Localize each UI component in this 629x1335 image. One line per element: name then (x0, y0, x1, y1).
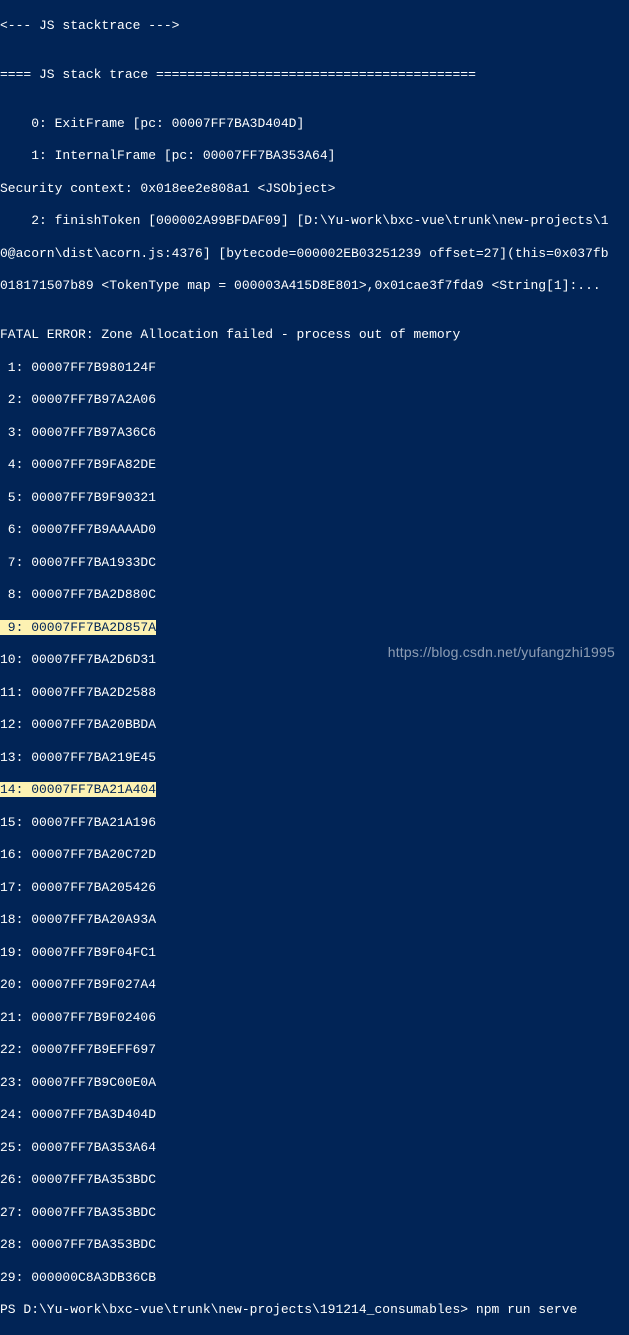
stack-entry: 25: 00007FF7BA353A64 (0, 1140, 629, 1156)
stack-entry: 18: 00007FF7BA20A93A (0, 912, 629, 928)
stack-entry: 15: 00007FF7BA21A196 (0, 815, 629, 831)
stack-entry: 13: 00007FF7BA219E45 (0, 750, 629, 766)
selected-text: 14: 00007FF7BA21A404 (0, 782, 156, 797)
selected-text: 9: 00007FF7BA2D857A (0, 620, 156, 635)
stack-entry: 11: 00007FF7BA2D2588 (0, 685, 629, 701)
trace-header: ==== JS stack trace ====================… (0, 67, 629, 83)
frame-0: 0: ExitFrame [pc: 00007FF7BA3D404D] (0, 116, 629, 132)
stack-entry: 19: 00007FF7B9F04FC1 (0, 945, 629, 961)
stack-entry: 2: 00007FF7B97A2A06 (0, 392, 629, 408)
stack-entry: 16: 00007FF7BA20C72D (0, 847, 629, 863)
prompt-line[interactable]: PS D:\Yu-work\bxc-vue\trunk\new-projects… (0, 1302, 629, 1318)
ps-prompt: PS D:\Yu-work\bxc-vue\trunk\new-projects… (0, 1302, 476, 1318)
frame-2: 2: finishToken [000002A99BFDAF09] [D:\Yu… (0, 213, 629, 229)
stack-entry: 6: 00007FF7B9AAAAD0 (0, 522, 629, 538)
stack-entry: 29: 000000C8A3DB36CB (0, 1270, 629, 1286)
stack-entry: 28: 00007FF7BA353BDC (0, 1237, 629, 1253)
tokentype-line: 018171507b89 <TokenType map = 000003A415… (0, 278, 629, 294)
stack-entry: 5: 00007FF7B9F90321 (0, 490, 629, 506)
command-input[interactable]: npm run serve (476, 1302, 577, 1318)
stack-entry: 8: 00007FF7BA2D880C (0, 587, 629, 603)
security-context: Security context: 0x018ee2e808a1 <JSObje… (0, 181, 629, 197)
stack-entry: 7: 00007FF7BA1933DC (0, 555, 629, 571)
stack-entry: 26: 00007FF7BA353BDC (0, 1172, 629, 1188)
fatal-error: FATAL ERROR: Zone Allocation failed - pr… (0, 327, 629, 343)
stack-entry: 9: 00007FF7BA2D857A (0, 620, 629, 636)
stack-entry: 23: 00007FF7B9C00E0A (0, 1075, 629, 1091)
stack-entry: 21: 00007FF7B9F02406 (0, 1010, 629, 1026)
stack-entry: 24: 00007FF7BA3D404D (0, 1107, 629, 1123)
watermark: https://blog.csdn.net/yufangzhi1995 (388, 644, 615, 662)
stack-entry: 12: 00007FF7BA20BBDA (0, 717, 629, 733)
acorn-line: 0@acorn\dist\acorn.js:4376] [bytecode=00… (0, 246, 629, 262)
stacktrace-header: <--- JS stacktrace ---> (0, 18, 629, 34)
stack-entry: 3: 00007FF7B97A36C6 (0, 425, 629, 441)
stack-entry: 27: 00007FF7BA353BDC (0, 1205, 629, 1221)
stack-entry: 14: 00007FF7BA21A404 (0, 782, 629, 798)
stack-entry: 17: 00007FF7BA205426 (0, 880, 629, 896)
stack-entry: 4: 00007FF7B9FA82DE (0, 457, 629, 473)
terminal-output[interactable]: <--- JS stacktrace ---> ==== JS stack tr… (0, 2, 629, 1335)
frame-1: 1: InternalFrame [pc: 00007FF7BA353A64] (0, 148, 629, 164)
stack-entry: 20: 00007FF7B9F027A4 (0, 977, 629, 993)
stack-entry: 22: 00007FF7B9EFF697 (0, 1042, 629, 1058)
stack-entry: 1: 00007FF7B980124F (0, 360, 629, 376)
